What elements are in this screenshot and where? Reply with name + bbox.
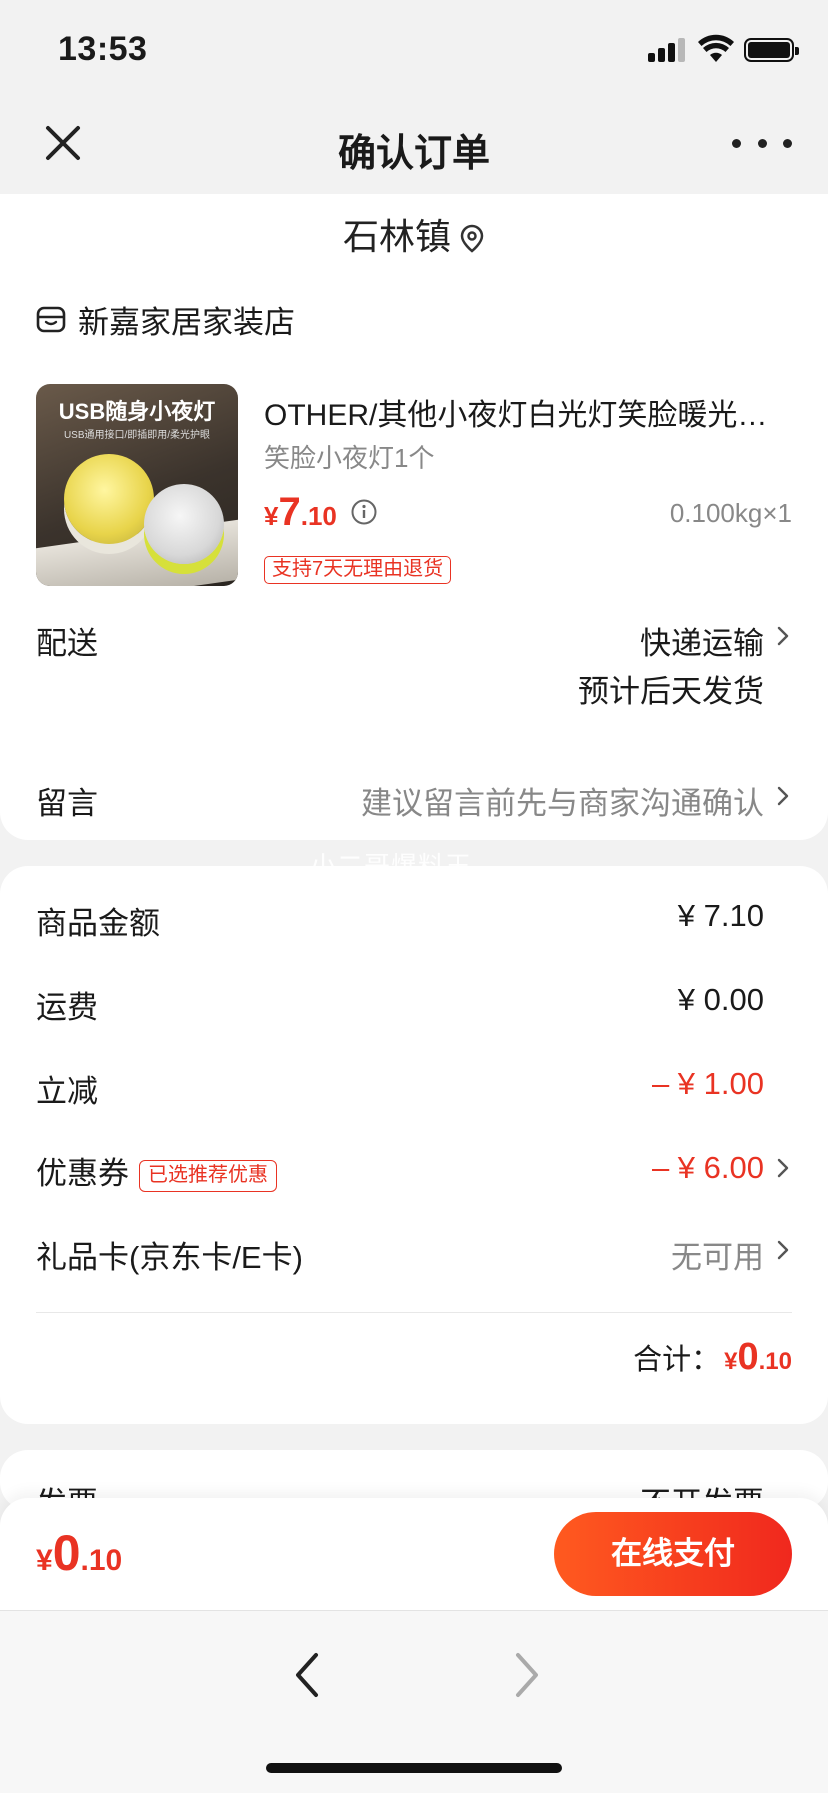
store-icon [36, 306, 66, 333]
browser-toolbar [0, 1610, 828, 1793]
delivery-method[interactable]: 快递运输 [640, 618, 764, 663]
status-time: 13:53 [58, 30, 148, 68]
address-bar[interactable]: 石林镇 [0, 194, 828, 272]
order-confirm-screen: 13:53 确认订单 石林镇 新嘉家居家装店 USB随身小夜灯 USB通用接口/… [0, 0, 828, 1793]
page-title: 确认订单 [337, 133, 490, 175]
summary-divider [36, 1312, 792, 1313]
chevron-right-icon[interactable] [776, 624, 790, 648]
signal-icon [648, 38, 688, 62]
product-image-title: USB随身小夜灯 [58, 399, 216, 424]
total-decimal: .10 [758, 1348, 792, 1375]
discount-label: 立减 [36, 1074, 98, 1109]
store-name: 新嘉家居家装店 [78, 304, 295, 340]
chevron-right-icon[interactable] [776, 784, 790, 808]
shipping-value: ¥ 0.00 [677, 982, 764, 1017]
goods-amount-label: 商品金额 [36, 906, 160, 941]
info-icon[interactable] [350, 498, 378, 526]
price-summary-card: 商品金额 ¥ 7.10 运费 ¥ 0.00 立减 – ¥ 1.00 优惠券 已选推… [0, 866, 828, 1424]
product-price: ¥7.10 [264, 490, 337, 534]
coupon-label: 优惠券 [36, 1156, 129, 1191]
coupon-badge: 已选推荐优惠 [139, 1159, 277, 1192]
return-policy-badge: 支持7天无理由退货 [264, 556, 452, 584]
total-label: 合计： [633, 1344, 721, 1376]
address-row[interactable]: 石林镇 [0, 208, 828, 260]
delivery-label: 配送 [36, 626, 98, 661]
total-integer: 0 [737, 1336, 759, 1378]
order-items-card: 新嘉家居家装店 USB随身小夜灯 USB通用接口/即插即用/柔光护眼 OTHER… [0, 272, 828, 840]
discount-value: – ¥ 1.00 [651, 1066, 764, 1101]
product-image-subtitle: USB通用接口/即插即用/柔光护眼 [63, 430, 211, 441]
chevron-right-icon[interactable] [776, 1156, 790, 1180]
location-pin-icon [460, 225, 484, 254]
coupon-row[interactable]: 优惠券 已选推荐优惠 [36, 1148, 277, 1193]
shipping-label: 运费 [36, 990, 98, 1025]
home-indicator[interactable] [266, 1763, 562, 1773]
product-spec: 笑脸小夜灯1个 [264, 443, 435, 473]
product-title[interactable]: OTHER/其他小夜灯白光灯笑脸暖光小夜灯 [264, 390, 794, 434]
wifi-icon [698, 34, 734, 62]
forward-arrow-icon[interactable] [500, 1647, 550, 1703]
pay-amount: ¥0.10 [36, 1525, 123, 1581]
address-location: 石林镇 [342, 216, 451, 257]
pay-online-button[interactable]: 在线支付 [554, 1512, 792, 1596]
message-placeholder[interactable]: 建议留言前先与商家沟通确认 [361, 778, 764, 823]
product-image[interactable]: USB随身小夜灯 USB通用接口/即插即用/柔光护眼 [36, 384, 238, 586]
goods-amount-value: ¥ 7.10 [677, 898, 764, 933]
store-row[interactable]: 新嘉家居家装店 [36, 294, 295, 344]
giftcard-label: 礼品卡(京东卡/E卡) [36, 1240, 303, 1275]
message-label: 留言 [36, 786, 98, 821]
nav-bar: 确认订单 [0, 96, 828, 194]
status-bar: 13:53 [0, 0, 828, 96]
back-arrow-icon[interactable] [284, 1647, 334, 1703]
giftcard-value[interactable]: 无可用 [671, 1232, 764, 1277]
total-currency: ¥ [724, 1348, 738, 1375]
total-row: 合计： ¥0.10 [633, 1336, 792, 1379]
battery-icon [744, 38, 799, 62]
more-icon[interactable] [732, 118, 792, 168]
delivery-eta: 预计后天发货 [578, 674, 764, 709]
coupon-value[interactable]: – ¥ 6.00 [652, 1150, 764, 1186]
pay-bar: ¥0.10 在线支付 [0, 1498, 828, 1610]
chevron-right-icon[interactable] [776, 1238, 790, 1262]
product-weight-quantity: 0.100kg×1 [669, 498, 792, 528]
